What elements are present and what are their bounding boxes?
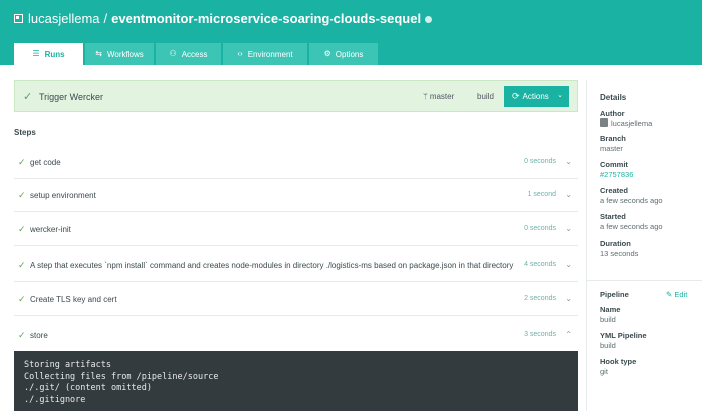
hook-type-label: Hook type (600, 357, 637, 366)
tab-runs-label: Runs (44, 49, 65, 59)
step-name: get code (30, 158, 61, 167)
step-row-setup-environment[interactable]: ✓ setup environment 1 second ⌄ (14, 180, 578, 212)
options-icon: ⚙ (323, 49, 331, 58)
step-row-store[interactable]: ✓ store 3 seconds ⌃ (14, 320, 578, 352)
repo-owner-link[interactable]: lucasjellema (28, 11, 100, 26)
step-log-output: Storing artifacts Collecting files from … (14, 351, 578, 411)
tab-bar: ☰ Runs ⇆ Workflows ⚇ Access ‹› Environme… (14, 43, 380, 65)
step-passed-check-icon: ✓ (18, 260, 26, 270)
runs-icon: ☰ (32, 49, 40, 58)
avatar (600, 118, 608, 127)
chevron-up-icon[interactable]: ⌃ (565, 330, 572, 339)
repository-icon (14, 14, 23, 23)
yml-pipeline-value: build (600, 341, 616, 350)
tab-options[interactable]: ⚙ Options (309, 43, 378, 65)
started-value: a few seconds ago (600, 222, 663, 231)
created-label: Created (600, 186, 628, 195)
author-value[interactable]: lucasjellema (600, 118, 652, 128)
step-duration: 0 seconds (524, 225, 556, 232)
step-row-wercker-init[interactable]: ✓ wercker-init 0 seconds ⌄ (14, 214, 578, 246)
tab-access[interactable]: ⚇ Access (156, 43, 221, 65)
step-passed-check-icon: ✓ (18, 330, 26, 340)
step-name: wercker-init (30, 225, 71, 234)
tab-environment[interactable]: ‹› Environment (223, 43, 307, 65)
step-passed-check-icon: ✓ (18, 157, 26, 167)
actions-label: Actions (522, 92, 549, 101)
step-name: store (30, 331, 48, 340)
log-line: Storing artifacts (24, 360, 111, 370)
tab-workflows[interactable]: ⇆ Workflows (85, 43, 154, 65)
step-row-get-code[interactable]: ✓ get code 0 seconds ⌄ (14, 147, 578, 179)
branch-name: master (429, 92, 455, 101)
author-name: lucasjellema (611, 119, 653, 128)
duration-value: 13 seconds (600, 249, 639, 258)
chevron-down-icon[interactable]: ⌄ (565, 190, 572, 199)
step-passed-check-icon: ✓ (18, 190, 26, 200)
commit-label: Commit (600, 160, 628, 169)
details-divider (587, 280, 702, 281)
log-line: ./.git/ (content omitted) (24, 383, 152, 393)
branch-icon: ᛘ (423, 92, 428, 101)
chevron-down-icon[interactable]: ⌄ (565, 294, 572, 303)
app-header: lucasjellema / eventmonitor-microservice… (0, 0, 702, 65)
author-label: Author (600, 109, 625, 118)
tab-options-label: Options (335, 49, 364, 59)
step-row-create-tls[interactable]: ✓ Create TLS key and cert 2 seconds ⌄ (14, 284, 578, 316)
environment-icon: ‹› (237, 49, 243, 58)
chevron-down-icon[interactable]: ⌄ (565, 260, 572, 269)
trigger-status-bar: ✓ Trigger Wercker ᛘ master build ⟳ Action… (14, 80, 578, 112)
log-line: ./.gitignore (24, 394, 86, 405)
step-name: Create TLS key and cert (30, 295, 117, 304)
pipeline-name: build (477, 92, 494, 101)
trigger-label: Trigger Wercker (39, 92, 104, 102)
tab-environment-label: Environment (247, 49, 293, 59)
pipeline-name-value: build (600, 315, 616, 324)
step-duration: 4 seconds (524, 261, 556, 268)
commit-link[interactable]: #2757836 (600, 170, 633, 179)
repo-separator: / (103, 11, 108, 26)
branch-indicator: ᛘ master (423, 92, 454, 101)
step-passed-check-icon: ✓ (18, 294, 26, 304)
step-duration: 1 second (527, 191, 556, 198)
step-duration: 2 seconds (524, 295, 556, 302)
pipeline-name-label: Name (600, 305, 621, 314)
tab-workflows-label: Workflows (106, 49, 144, 59)
details-sidebar: Details Author lucasjellema Branch maste… (586, 80, 702, 411)
hook-type-value: git (600, 367, 608, 376)
pencil-icon: ✎ (666, 290, 673, 299)
tab-runs[interactable]: ☰ Runs (14, 43, 83, 65)
created-value: a few seconds ago (600, 196, 663, 205)
tab-access-label: Access (181, 49, 208, 59)
duration-label: Duration (600, 239, 631, 248)
steps-heading: Steps (14, 128, 36, 137)
edit-label: Edit (674, 290, 688, 299)
yml-pipeline-label: YML Pipeline (600, 331, 647, 340)
edit-pipeline-link[interactable]: ✎ Edit (666, 290, 687, 299)
repo-name-link[interactable]: eventmonitor-microservice-soaring-clouds… (111, 11, 421, 26)
step-name: setup environment (30, 191, 96, 200)
branch-label: Branch (600, 134, 626, 143)
chevron-down-icon[interactable]: ⌄ (565, 224, 572, 233)
branch-value: master (600, 144, 623, 153)
passed-check-icon: ✓ (23, 91, 33, 103)
step-passed-check-icon: ✓ (18, 224, 26, 234)
chevron-down-icon[interactable]: ⌄ (565, 157, 572, 166)
repo-title: lucasjellema / eventmonitor-microservice… (14, 11, 433, 26)
step-row-npm-install[interactable]: ✓ A step that executes `npm install` com… (14, 250, 578, 282)
step-duration: 0 seconds (524, 158, 556, 165)
step-duration: 3 seconds (524, 331, 556, 338)
started-label: Started (600, 212, 626, 221)
details-title: Details (600, 93, 627, 102)
public-globe-icon (425, 16, 433, 23)
workflows-icon: ⇆ (95, 49, 102, 58)
log-line: Collecting files from /pipeline/source (24, 371, 219, 382)
actions-icon: ⟳ (512, 91, 520, 101)
actions-dropdown-button[interactable]: ⟳ Actions ⌄ (504, 86, 569, 107)
chevron-down-icon: ⌄ (557, 92, 563, 99)
pipeline-label: Pipeline (600, 290, 629, 299)
access-icon: ⚇ (169, 49, 177, 58)
step-name: A step that executes `npm install` comma… (30, 261, 514, 270)
